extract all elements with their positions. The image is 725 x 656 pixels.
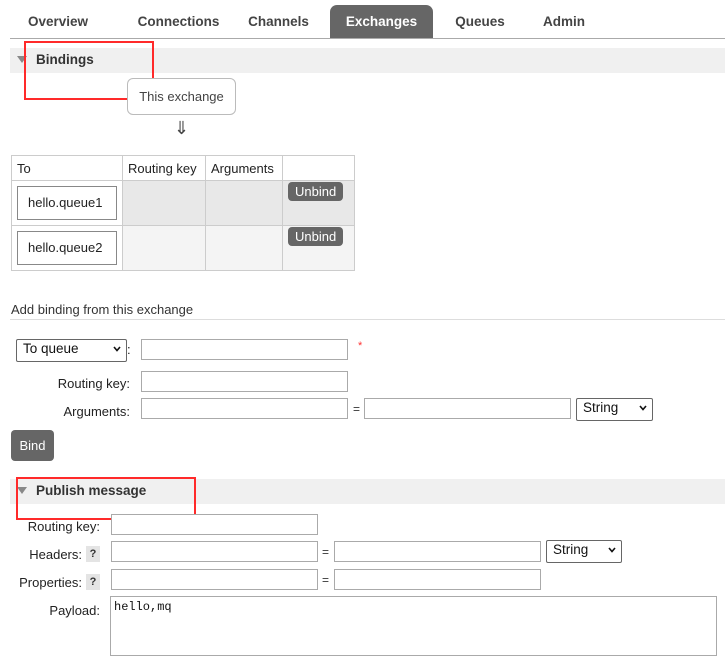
destination-type-select[interactable]: To queue xyxy=(16,339,127,362)
add-binding-heading: Add binding from this exchange xyxy=(11,302,194,317)
tab-channels[interactable]: Channels xyxy=(241,5,316,38)
chevron-down-icon xyxy=(639,405,647,411)
tab-overview[interactable]: Overview xyxy=(16,5,100,38)
routing-key-cell xyxy=(122,180,206,226)
binding-destination-cell: hello.queue1 xyxy=(11,180,123,226)
binding-destination-cell: hello.queue2 xyxy=(11,225,123,271)
property-value-input[interactable] xyxy=(334,569,541,590)
unbind-button[interactable]: Unbind xyxy=(288,181,344,201)
argument-key-input[interactable] xyxy=(141,398,348,419)
property-key-input[interactable] xyxy=(111,569,318,590)
table-row: hello.queue1 Unbind xyxy=(11,180,355,226)
argument-value-input[interactable] xyxy=(364,398,571,419)
column-header-actions xyxy=(282,155,355,181)
publish-routing-key-label: Routing key: xyxy=(27,519,100,534)
colon-label: : xyxy=(127,342,131,357)
action-cell: Unbind xyxy=(282,225,355,271)
queue-link-hello-queue2[interactable]: hello.queue2 xyxy=(17,231,117,265)
required-asterisk: * xyxy=(358,340,363,352)
tab-admin[interactable]: Admin xyxy=(536,5,592,38)
top-nav: Overview Connections Channels Exchanges … xyxy=(10,5,725,39)
arguments-label: Arguments: xyxy=(63,404,130,419)
argument-type-select[interactable]: String xyxy=(576,398,653,421)
equals-sign: = xyxy=(353,402,361,416)
destination-name-input[interactable] xyxy=(141,339,348,360)
headers-label: Headers: xyxy=(29,547,82,562)
equals-sign: = xyxy=(322,545,330,559)
binding-routing-key-input[interactable] xyxy=(141,371,348,392)
table-header-row: To Routing key Arguments xyxy=(11,155,355,181)
tab-exchanges[interactable]: Exchanges xyxy=(330,5,433,38)
bind-button[interactable]: Bind xyxy=(11,430,54,461)
column-header-to: To xyxy=(11,155,123,181)
header-type-value: String xyxy=(553,542,589,557)
argument-type-value: String xyxy=(583,400,619,415)
action-cell: Unbind xyxy=(282,180,355,226)
queue-link-hello-queue1[interactable]: hello.queue1 xyxy=(17,186,117,220)
down-arrow-icon: ⇓ xyxy=(174,118,190,138)
routing-key-cell xyxy=(122,225,206,271)
divider xyxy=(10,319,725,320)
this-exchange-node: This exchange xyxy=(127,78,236,115)
bindings-table: To Routing key Arguments hello.queue1 Un… xyxy=(11,155,355,271)
destination-type-value: To queue xyxy=(23,341,79,356)
arguments-cell xyxy=(205,180,283,226)
payload-textarea[interactable]: hello,mq xyxy=(110,596,717,656)
table-row: hello.queue2 Unbind xyxy=(11,225,355,271)
headers-help-icon[interactable]: ? xyxy=(86,546,100,562)
arguments-cell xyxy=(205,225,283,271)
column-header-routing-key: Routing key xyxy=(122,155,206,181)
header-type-select[interactable]: String xyxy=(546,540,622,563)
column-header-arguments: Arguments xyxy=(205,155,283,181)
routing-key-label: Routing key: xyxy=(57,376,130,391)
chevron-down-icon xyxy=(113,346,121,352)
tab-queues[interactable]: Queues xyxy=(448,5,512,38)
header-value-input[interactable] xyxy=(334,541,541,562)
equals-sign: = xyxy=(322,573,330,587)
publish-routing-key-input[interactable] xyxy=(111,514,318,535)
header-key-input[interactable] xyxy=(111,541,318,562)
chevron-down-icon xyxy=(608,547,616,553)
unbind-button[interactable]: Unbind xyxy=(288,226,344,246)
properties-help-icon[interactable]: ? xyxy=(86,574,100,590)
payload-label: Payload: xyxy=(49,603,100,618)
properties-label: Properties: xyxy=(19,575,82,590)
tab-connections[interactable]: Connections xyxy=(121,5,236,38)
